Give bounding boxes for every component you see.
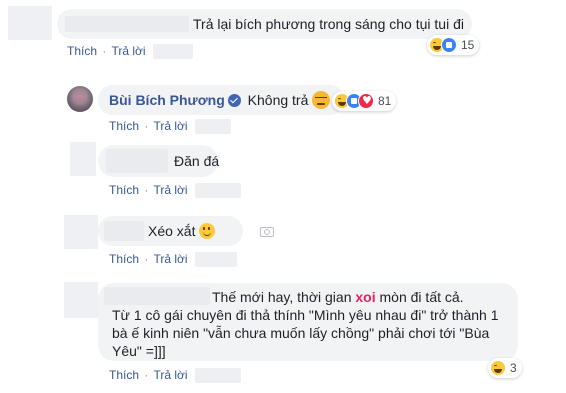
reply-link[interactable]: Trả lời	[153, 183, 187, 197]
reaction-summary[interactable]: 3	[488, 358, 522, 378]
comment-text: Trả lại bích phương trong sáng cho tụi t…	[193, 16, 464, 32]
reaction-count: 3	[510, 361, 517, 375]
comment-text: bà ế kinh niên "vẫn chưa muốn lấy chồng"…	[112, 325, 490, 341]
avatar[interactable]	[64, 215, 98, 249]
comment-text: Thế mới hay, thời gian	[212, 289, 356, 305]
reply-link[interactable]: Trả lời	[153, 119, 187, 133]
comment-actions: Thích · Trả lời	[109, 119, 231, 135]
reply-link[interactable]: Trả lời	[153, 252, 187, 266]
reply-link[interactable]: Trả lời	[111, 44, 145, 58]
comment-bubble: Trả lại bích phương trong sáng cho tụi t…	[57, 9, 472, 39]
comment-bubble: Thế mới hay, thời gian xoi mòn đi tất cả…	[98, 283, 518, 361]
like-icon	[441, 37, 457, 53]
commenter-name[interactable]	[65, 16, 189, 32]
love-icon	[358, 93, 374, 109]
comment-text: mòn đi tất cả.	[375, 289, 464, 305]
avatar[interactable]	[64, 282, 98, 318]
comment-actions: Thích · Trả lời	[109, 368, 241, 384]
reaction-summary[interactable]: 81	[332, 91, 397, 111]
commenter-name[interactable]	[106, 149, 168, 173]
haha-icon	[490, 360, 506, 376]
verified-badge-icon	[227, 94, 241, 107]
comment-bubble: Đăn đá	[98, 145, 220, 177]
angry-face-icon	[312, 91, 331, 109]
like-link[interactable]: Thích	[109, 119, 139, 133]
highlight-text: xoi	[355, 289, 376, 305]
reaction-summary[interactable]: 15	[427, 35, 480, 55]
camera-icon[interactable]	[260, 227, 274, 237]
comment-text: Từ 1 cô gái chuyên đi thả thính "Mình yê…	[112, 307, 499, 323]
like-link[interactable]: Thích	[109, 183, 139, 197]
comment-text: Xéo xắt	[148, 223, 196, 239]
avatar[interactable]	[70, 142, 96, 176]
like-link[interactable]: Thích	[109, 368, 139, 382]
timestamp[interactable]	[152, 44, 193, 60]
author-name[interactable]: Bùi Bích Phương	[109, 92, 225, 108]
commenter-name[interactable]	[104, 221, 144, 241]
avatar[interactable]	[8, 6, 52, 40]
avatar[interactable]	[67, 86, 93, 112]
comment-text: Đăn đá	[174, 153, 220, 169]
comment-actions: Thích · Trả lời	[67, 44, 193, 60]
timestamp[interactable]	[194, 368, 241, 384]
like-link[interactable]: Thích	[109, 252, 139, 266]
reply-link[interactable]: Trả lời	[153, 368, 187, 382]
like-link[interactable]: Thích	[67, 44, 97, 58]
comment-actions: Thích · Trả lời	[109, 183, 241, 199]
comment-text: Yêu" =]]]	[112, 343, 166, 359]
timestamp[interactable]	[194, 183, 241, 199]
comment-text: Không trả	[247, 92, 309, 108]
comment-bubble: Xéo xắt	[98, 216, 243, 246]
timestamp[interactable]	[194, 252, 237, 268]
smile-icon	[199, 223, 216, 239]
commenter-name[interactable]	[104, 287, 210, 305]
comment-actions: Thích · Trả lời	[109, 252, 237, 268]
reaction-count: 81	[378, 94, 392, 108]
comment-bubble: Bùi Bích Phương Không trả	[98, 85, 345, 115]
reaction-count: 15	[461, 38, 475, 52]
timestamp[interactable]	[194, 119, 231, 135]
